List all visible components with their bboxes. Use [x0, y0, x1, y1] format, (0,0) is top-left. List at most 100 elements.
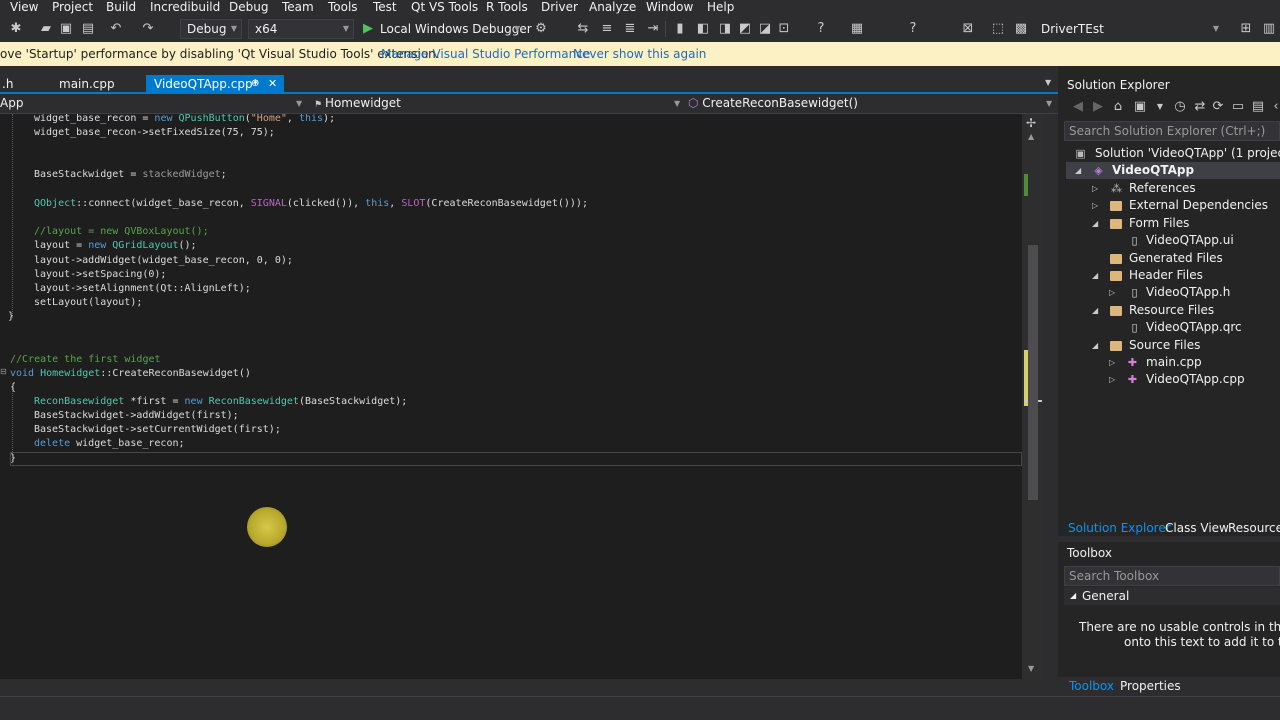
collapsed-icon[interactable]: ▷ — [1092, 197, 1098, 214]
step-icon[interactable]: ⇆ — [575, 21, 591, 37]
question-icon[interactable]: ? — [905, 21, 921, 37]
scroll-up-icon[interactable]: ▲ — [1028, 132, 1034, 141]
tab-resource-view[interactable]: Resource V — [1228, 520, 1280, 536]
pin-icon[interactable]: ⊕ — [251, 75, 259, 93]
code-editor[interactable]: widget_base_recon = new QPushButton("Hom… — [0, 114, 1022, 679]
open-folder-icon[interactable]: ▰ — [38, 21, 54, 37]
menu-debug[interactable]: Debug — [229, 0, 268, 14]
tree-item-main-cpp[interactable]: ▷ ✚ main.cpp — [1066, 354, 1280, 371]
tree-item-header-files[interactable]: ◢ Header Files — [1066, 267, 1280, 284]
format-icon[interactable]: ≡ — [599, 21, 615, 37]
member-dropdown[interactable]: ⬡ CreateReconBasewidget() ▼ — [688, 94, 1058, 113]
home-icon[interactable]: ⌂ — [1110, 99, 1126, 115]
tab-class-view[interactable]: Class View — [1165, 520, 1229, 536]
menu-tools[interactable]: Tools — [328, 0, 358, 14]
image-icon[interactable]: ▦ — [849, 21, 865, 37]
menu-r-tools[interactable]: R Tools — [486, 0, 528, 14]
startup-project-select[interactable]: DriverTEst ▼ — [1034, 19, 1224, 39]
close-icon[interactable]: ✕ — [268, 75, 277, 93]
manage-performance-link[interactable]: Manage Visual Studio Performance — [381, 42, 590, 66]
menu-window[interactable]: Window — [646, 0, 693, 14]
tab-videoqtapp-cpp[interactable]: VideoQTApp.cpp* ⊕ ✕ — [146, 75, 284, 93]
bookmark-next-icon[interactable]: ◨ — [717, 21, 733, 37]
bookmark-clear-icon[interactable]: ◪ — [757, 21, 773, 37]
class-dropdown[interactable]: ⚑ Homewidget ▼ — [314, 94, 684, 113]
tree-item-resource-files[interactable]: ◢ Resource Files — [1066, 302, 1280, 319]
pin-icon[interactable]: ⊞ — [1238, 21, 1254, 37]
redo-icon[interactable]: ↷ — [140, 21, 156, 37]
menu-view[interactable]: View — [10, 0, 38, 14]
feedback-icon[interactable]: ▥ — [1261, 21, 1277, 37]
forward-icon[interactable]: ▶ — [1090, 99, 1106, 115]
attach-icon[interactable]: ⚙ — [533, 21, 549, 37]
platform-select[interactable]: x64 ▼ — [248, 19, 354, 39]
save-all-icon[interactable]: ▤ — [80, 21, 96, 37]
scroll-thumb[interactable] — [1028, 245, 1038, 500]
menu-incredibuild[interactable]: Incredibuild — [150, 0, 220, 14]
undo-icon[interactable]: ↶ — [108, 21, 124, 37]
toolbox-search-input[interactable]: Search Toolbox — [1064, 566, 1280, 586]
start-debugger-button[interactable]: Local Windows Debugger — [380, 21, 532, 37]
align-icon[interactable]: ≣ — [622, 21, 638, 37]
tree-item-ui-file[interactable]: ▯ VideoQTApp.ui — [1066, 232, 1280, 249]
indent-icon[interactable]: ⇥ — [645, 21, 661, 37]
tree-item-project[interactable]: ◢ ◈ VideoQTApp — [1066, 162, 1280, 179]
tab-header-file[interactable]: .h — [0, 75, 21, 93]
collapsed-icon[interactable]: ▷ — [1109, 284, 1115, 301]
tab-overflow-icon[interactable]: ▼ — [1045, 78, 1051, 87]
expanded-icon[interactable]: ◢ — [1092, 267, 1098, 284]
bookmark-icon[interactable]: ▮ — [672, 21, 688, 37]
collapsed-icon[interactable]: ▷ — [1109, 371, 1115, 388]
bookmark-prev-icon[interactable]: ◧ — [695, 21, 711, 37]
qt-tools-icon[interactable]: ⊡ — [776, 21, 792, 37]
menu-team[interactable]: Team — [282, 0, 314, 14]
scroll-down-icon[interactable]: ▼ — [1028, 664, 1034, 673]
tree-item-form-files[interactable]: ◢ Form Files — [1066, 215, 1280, 232]
bookmark-folder-icon[interactable]: ◩ — [737, 21, 753, 37]
configuration-select[interactable]: Debug ▼ — [180, 19, 242, 39]
tab-properties[interactable]: Properties — [1120, 678, 1181, 694]
back-icon[interactable]: ◀ — [1070, 99, 1086, 115]
switch-view-icon[interactable]: ▣ — [1132, 99, 1148, 115]
grid-icon[interactable]: ▩ — [1013, 21, 1029, 37]
tree-item-qrc-file[interactable]: ▯ VideoQTApp.qrc — [1066, 319, 1280, 336]
show-all-icon[interactable]: ▤ — [1250, 99, 1266, 115]
tree-item-external-dependencies[interactable]: ▷ External Dependencies — [1066, 197, 1280, 214]
project-dropdown[interactable]: App ▼ — [0, 94, 306, 113]
tree-item-source-files[interactable]: ◢ Source Files — [1066, 337, 1280, 354]
menu-build[interactable]: Build — [106, 0, 136, 14]
expanded-icon[interactable]: ◢ — [1092, 302, 1098, 319]
solution-search-input[interactable]: Search Solution Explorer (Ctrl+;) — [1064, 121, 1280, 141]
toolbox-group-general[interactable]: ◢ General — [1064, 587, 1280, 605]
tree-item-references[interactable]: ▷ ⁂ References — [1066, 180, 1280, 197]
menu-qt-vs-tools[interactable]: Qt VS Tools — [411, 0, 478, 14]
tree-item-videoqtapp-cpp[interactable]: ▷ ✚ VideoQTApp.cpp — [1066, 371, 1280, 388]
new-project-icon[interactable]: ✱ — [8, 21, 24, 37]
tab-toolbox[interactable]: Toolbox — [1069, 678, 1114, 694]
tree-item-header-file[interactable]: ▷ ▯ VideoQTApp.h — [1066, 284, 1280, 301]
collapse-icon[interactable]: ⊟ — [0, 367, 7, 376]
expanded-icon[interactable]: ◢ — [1092, 215, 1098, 232]
refresh-icon[interactable]: ⟳ — [1210, 99, 1226, 115]
help-icon[interactable]: ? — [813, 21, 829, 37]
x64-icon[interactable]: ⊠ — [960, 21, 976, 37]
never-show-link[interactable]: Never show this again — [573, 42, 706, 66]
tree-item-solution[interactable]: ▣ Solution 'VideoQTApp' (1 project) — [1066, 145, 1280, 162]
sync-icon[interactable]: ⇄ — [1192, 99, 1208, 115]
chevron-down-icon[interactable]: ▼ — [1152, 99, 1168, 115]
tree-item-generated-files[interactable]: Generated Files — [1066, 250, 1280, 267]
chevron-down-icon[interactable]: ▼ — [514, 21, 520, 37]
menu-driver[interactable]: Driver — [541, 0, 578, 14]
menu-analyze[interactable]: Analyze — [589, 0, 636, 14]
play-icon[interactable]: ▶ — [360, 21, 376, 37]
history-icon[interactable]: ◷ — [1172, 99, 1188, 115]
save-icon[interactable]: ▣ — [58, 21, 74, 37]
split-icon[interactable]: ✢ — [1026, 116, 1036, 130]
menu-help[interactable]: Help — [707, 0, 734, 14]
menu-test[interactable]: Test — [373, 0, 397, 14]
collapsed-icon[interactable]: ▷ — [1092, 180, 1098, 197]
tab-solution-explorer[interactable]: Solution Explorer — [1068, 520, 1171, 536]
expanded-icon[interactable]: ◢ — [1075, 162, 1081, 179]
collapse-all-icon[interactable]: ▭ — [1230, 99, 1246, 115]
menu-project[interactable]: Project — [52, 0, 93, 14]
